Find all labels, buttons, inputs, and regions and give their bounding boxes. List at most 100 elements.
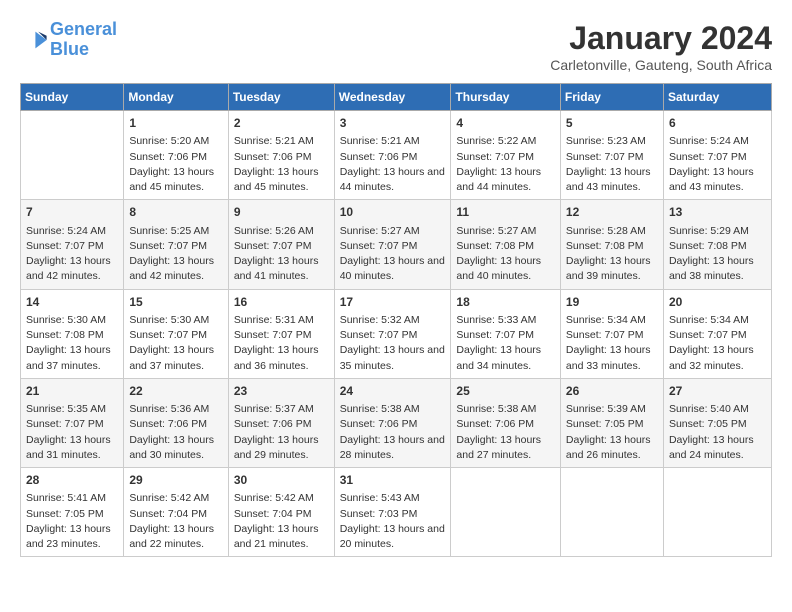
day-cell: 19 Sunrise: 5:34 AMSunset: 7:07 PMDayligh… <box>560 289 663 378</box>
day-info: Sunrise: 5:40 AMSunset: 7:05 PMDaylight:… <box>669 402 766 463</box>
day-info: Sunrise: 5:23 AMSunset: 7:07 PMDaylight:… <box>566 134 658 195</box>
day-number: 22 <box>129 383 222 400</box>
week-row-1: 1 Sunrise: 5:20 AMSunset: 7:06 PMDaylight… <box>21 111 772 200</box>
day-number: 4 <box>456 115 555 132</box>
day-cell: 4 Sunrise: 5:22 AMSunset: 7:07 PMDaylight… <box>451 111 561 200</box>
day-cell: 15 Sunrise: 5:30 AMSunset: 7:07 PMDayligh… <box>124 289 228 378</box>
day-info: Sunrise: 5:35 AMSunset: 7:07 PMDaylight:… <box>26 402 118 463</box>
page-header: General Blue January 2024 Carletonville,… <box>20 20 772 73</box>
calendar-table: Sunday Monday Tuesday Wednesday Thursday… <box>20 83 772 557</box>
day-number: 6 <box>669 115 766 132</box>
day-cell: 8Sunrise: 5:25 AMSunset: 7:07 PMDaylight… <box>124 200 228 289</box>
day-number: 28 <box>26 472 118 489</box>
day-number: 14 <box>26 294 118 311</box>
day-cell: 21Sunrise: 5:35 AMSunset: 7:07 PMDayligh… <box>21 378 124 467</box>
day-info: Sunrise: 5:30 AMSunset: 7:07 PMDaylight:… <box>129 313 222 374</box>
logo-blue: Blue <box>50 39 89 59</box>
day-number: 12 <box>566 204 658 221</box>
col-friday: Friday <box>560 84 663 111</box>
day-cell: 16 Sunrise: 5:31 AMSunset: 7:07 PMDayligh… <box>228 289 334 378</box>
week-row-4: 21Sunrise: 5:35 AMSunset: 7:07 PMDayligh… <box>21 378 772 467</box>
day-cell: 30Sunrise: 5:42 AMSunset: 7:04 PMDayligh… <box>228 468 334 557</box>
day-number: 25 <box>456 383 555 400</box>
day-cell: 7 Sunrise: 5:24 AMSunset: 7:07 PMDaylight… <box>21 200 124 289</box>
day-cell: 25Sunrise: 5:38 AMSunset: 7:06 PMDayligh… <box>451 378 561 467</box>
day-number: 15 <box>129 294 222 311</box>
day-cell: 9 Sunrise: 5:26 AMSunset: 7:07 PMDaylight… <box>228 200 334 289</box>
day-cell: 24 Sunrise: 5:38 AMSunset: 7:06 PMDayligh… <box>334 378 451 467</box>
day-info: Sunrise: 5:24 AMSunset: 7:07 PMDaylight:… <box>26 224 118 285</box>
day-cell: 2Sunrise: 5:21 AMSunset: 7:06 PMDaylight… <box>228 111 334 200</box>
day-cell <box>21 111 124 200</box>
day-info: Sunrise: 5:41 AMSunset: 7:05 PMDaylight:… <box>26 491 118 552</box>
day-info: Sunrise: 5:27 AMSunset: 7:08 PMDaylight:… <box>456 224 555 285</box>
day-info: Sunrise: 5:21 AMSunset: 7:06 PMDaylight:… <box>340 134 446 195</box>
col-saturday: Saturday <box>663 84 771 111</box>
week-row-5: 28 Sunrise: 5:41 AMSunset: 7:05 PMDayligh… <box>21 468 772 557</box>
day-info: Sunrise: 5:42 AMSunset: 7:04 PMDaylight:… <box>234 491 329 552</box>
day-number: 10 <box>340 204 446 221</box>
day-info: Sunrise: 5:37 AMSunset: 7:06 PMDaylight:… <box>234 402 329 463</box>
day-info: Sunrise: 5:43 AMSunset: 7:03 PMDaylight:… <box>340 491 446 552</box>
day-number: 7 <box>26 204 118 221</box>
day-cell: 22 Sunrise: 5:36 AMSunset: 7:06 PMDayligh… <box>124 378 228 467</box>
day-number: 9 <box>234 204 329 221</box>
day-number: 27 <box>669 383 766 400</box>
col-thursday: Thursday <box>451 84 561 111</box>
day-info: Sunrise: 5:24 AMSunset: 7:07 PMDaylight:… <box>669 134 766 195</box>
logo-text: General Blue <box>50 20 117 60</box>
week-row-3: 14 Sunrise: 5:30 AMSunset: 7:08 PMDayligh… <box>21 289 772 378</box>
day-info: Sunrise: 5:39 AMSunset: 7:05 PMDaylight:… <box>566 402 658 463</box>
day-number: 1 <box>129 115 222 132</box>
day-number: 24 <box>340 383 446 400</box>
location-text: Carletonville, Gauteng, South Africa <box>550 57 772 73</box>
day-cell <box>663 468 771 557</box>
header-row: Sunday Monday Tuesday Wednesday Thursday… <box>21 84 772 111</box>
day-number: 23 <box>234 383 329 400</box>
logo-icon <box>20 26 48 54</box>
month-title: January 2024 <box>550 20 772 57</box>
day-cell: 5 Sunrise: 5:23 AMSunset: 7:07 PMDaylight… <box>560 111 663 200</box>
day-cell: 3 Sunrise: 5:21 AMSunset: 7:06 PMDaylight… <box>334 111 451 200</box>
day-cell: 14 Sunrise: 5:30 AMSunset: 7:08 PMDayligh… <box>21 289 124 378</box>
day-info: Sunrise: 5:33 AMSunset: 7:07 PMDaylight:… <box>456 313 555 374</box>
col-tuesday: Tuesday <box>228 84 334 111</box>
col-monday: Monday <box>124 84 228 111</box>
day-info: Sunrise: 5:31 AMSunset: 7:07 PMDaylight:… <box>234 313 329 374</box>
day-cell: 12Sunrise: 5:28 AMSunset: 7:08 PMDayligh… <box>560 200 663 289</box>
day-cell: 31Sunrise: 5:43 AMSunset: 7:03 PMDayligh… <box>334 468 451 557</box>
day-cell: 10 Sunrise: 5:27 AMSunset: 7:07 PMDayligh… <box>334 200 451 289</box>
day-info: Sunrise: 5:22 AMSunset: 7:07 PMDaylight:… <box>456 134 555 195</box>
day-cell <box>451 468 561 557</box>
day-number: 29 <box>129 472 222 489</box>
day-number: 5 <box>566 115 658 132</box>
day-info: Sunrise: 5:20 AMSunset: 7:06 PMDaylight:… <box>129 134 222 195</box>
day-info: Sunrise: 5:38 AMSunset: 7:06 PMDaylight:… <box>340 402 446 463</box>
day-info: Sunrise: 5:42 AMSunset: 7:04 PMDaylight:… <box>129 491 222 552</box>
day-cell: 6 Sunrise: 5:24 AMSunset: 7:07 PMDaylight… <box>663 111 771 200</box>
day-cell: 23 Sunrise: 5:37 AMSunset: 7:06 PMDayligh… <box>228 378 334 467</box>
day-info: Sunrise: 5:30 AMSunset: 7:08 PMDaylight:… <box>26 313 118 374</box>
day-cell: 26Sunrise: 5:39 AMSunset: 7:05 PMDayligh… <box>560 378 663 467</box>
day-cell <box>560 468 663 557</box>
day-cell: 20Sunrise: 5:34 AMSunset: 7:07 PMDayligh… <box>663 289 771 378</box>
day-number: 3 <box>340 115 446 132</box>
day-info: Sunrise: 5:36 AMSunset: 7:06 PMDaylight:… <box>129 402 222 463</box>
day-info: Sunrise: 5:27 AMSunset: 7:07 PMDaylight:… <box>340 224 446 285</box>
day-info: Sunrise: 5:34 AMSunset: 7:07 PMDaylight:… <box>669 313 766 374</box>
day-cell: 27 Sunrise: 5:40 AMSunset: 7:05 PMDayligh… <box>663 378 771 467</box>
logo-general: General <box>50 19 117 39</box>
day-number: 19 <box>566 294 658 311</box>
day-cell: 11 Sunrise: 5:27 AMSunset: 7:08 PMDayligh… <box>451 200 561 289</box>
day-number: 11 <box>456 204 555 221</box>
day-cell: 28 Sunrise: 5:41 AMSunset: 7:05 PMDayligh… <box>21 468 124 557</box>
day-info: Sunrise: 5:34 AMSunset: 7:07 PMDaylight:… <box>566 313 658 374</box>
day-cell: 17Sunrise: 5:32 AMSunset: 7:07 PMDayligh… <box>334 289 451 378</box>
day-number: 16 <box>234 294 329 311</box>
col-wednesday: Wednesday <box>334 84 451 111</box>
day-info: Sunrise: 5:29 AMSunset: 7:08 PMDaylight:… <box>669 224 766 285</box>
day-info: Sunrise: 5:25 AMSunset: 7:07 PMDaylight:… <box>129 224 222 285</box>
week-row-2: 7 Sunrise: 5:24 AMSunset: 7:07 PMDaylight… <box>21 200 772 289</box>
col-sunday: Sunday <box>21 84 124 111</box>
day-info: Sunrise: 5:26 AMSunset: 7:07 PMDaylight:… <box>234 224 329 285</box>
